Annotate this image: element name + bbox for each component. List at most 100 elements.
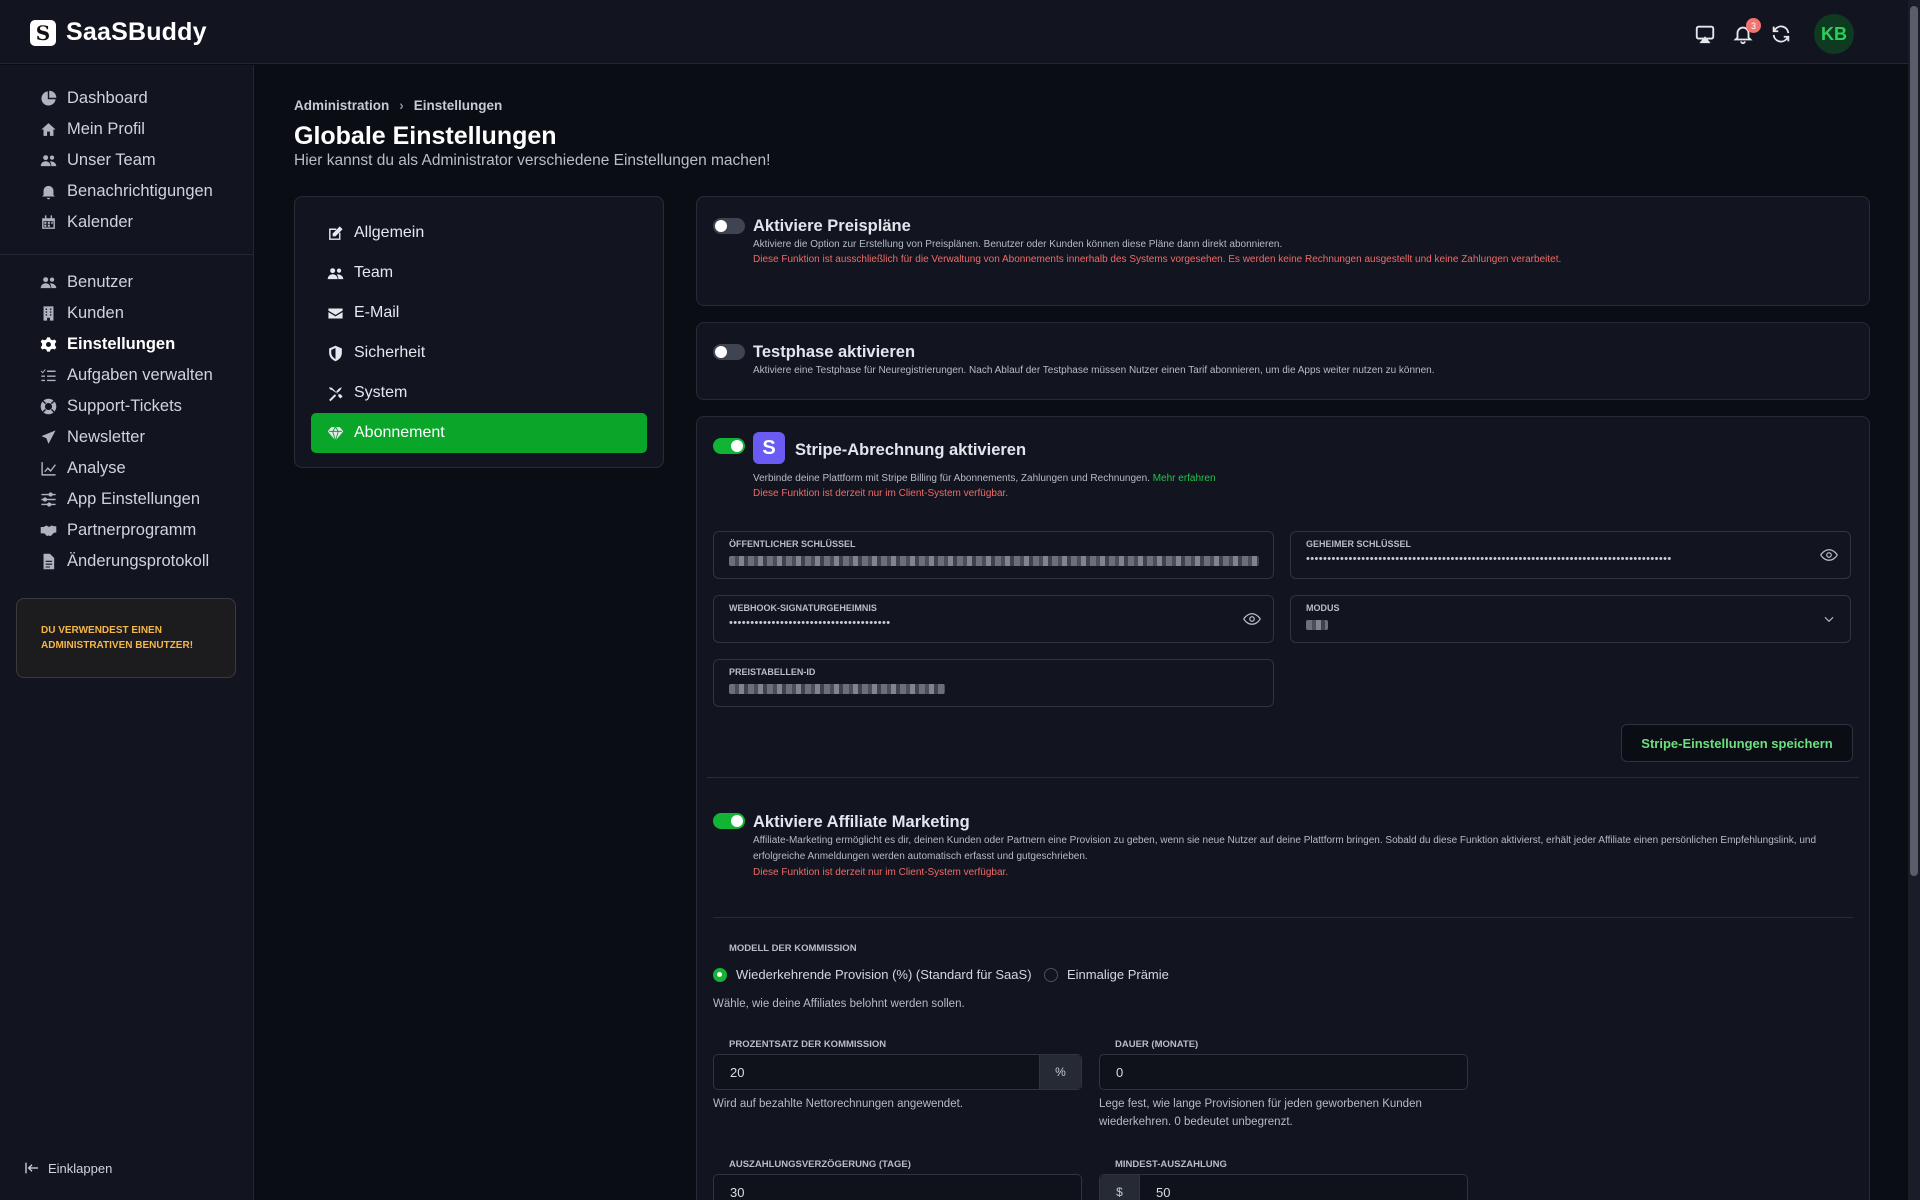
trial-toggle[interactable] [713, 344, 745, 360]
sidebar-item-notifications[interactable]: Benachrichtigungen [0, 176, 253, 207]
users-icon [327, 267, 344, 279]
stripe-pricing-table-field[interactable]: Preistabellen-ID [713, 659, 1274, 707]
top-bar: S SaaSBuddy 3 KB [0, 0, 1908, 64]
currency-addon: $ [1100, 1175, 1140, 1200]
stripe-public-key-field[interactable]: Öffentlicher Schlüssel [713, 531, 1274, 579]
settings-tab-system[interactable]: System [311, 373, 647, 413]
sidebar-item-app-settings[interactable]: App Einstellungen [0, 484, 253, 515]
sidebar-item-users[interactable]: Benutzer [0, 267, 253, 298]
stripe-toggle[interactable] [713, 438, 745, 454]
stripe-webhook-secret-field[interactable]: Webhook-Signaturgeheimnis ••••••••••••••… [713, 595, 1274, 643]
min-payout-input[interactable]: $ 50 [1099, 1174, 1468, 1200]
lifebuoy-icon [40, 398, 57, 415]
duration-input[interactable]: 0 [1099, 1054, 1468, 1090]
masked-pricing-table-id [729, 684, 945, 694]
field-label: Öffentlicher Schlüssel [729, 539, 856, 549]
line-chart-icon [41, 462, 56, 476]
masked-public-key [729, 556, 1259, 566]
breadcrumb-root[interactable]: Administration [294, 98, 389, 113]
list-check-icon [40, 369, 56, 382]
input-value: 20 [730, 1065, 745, 1080]
sidebar-item-profile[interactable]: Mein Profil [0, 114, 253, 145]
radio-onetime[interactable]: Einmalige Prämie [1044, 967, 1169, 982]
tools-icon [329, 386, 343, 401]
brand-logo-icon: S [30, 19, 56, 46]
radio-unselected-icon [1044, 967, 1058, 982]
sidebar-item-calendar[interactable]: Kalender [0, 207, 253, 238]
sidebar-item-partner[interactable]: Partnerprogramm [0, 515, 253, 546]
sidebar-item-customers[interactable]: Kunden [0, 298, 253, 329]
eye-icon[interactable] [1820, 546, 1838, 564]
stripe-title: Stripe-Abrechnung aktivieren [795, 441, 1027, 459]
diamond-icon [327, 425, 344, 442]
breadcrumb-separator-icon: › [399, 98, 404, 113]
stripe-mode-select[interactable]: Modus [1290, 595, 1851, 643]
affiliate-description: Affiliate-Marketing ermöglicht es dir, d… [753, 835, 1817, 862]
commission-percent-input[interactable]: 20 % [713, 1054, 1082, 1090]
sidebar-item-label: Analyse [67, 459, 126, 477]
sidebar-item-changelog[interactable]: Änderungsprotokoll [0, 546, 253, 577]
settings-tab-team[interactable]: Team [311, 253, 647, 293]
breadcrumb-current: Einstellungen [413, 98, 503, 113]
trial-title: Testphase aktivieren [753, 343, 916, 361]
sidebar-item-settings[interactable]: Einstellungen [0, 329, 253, 360]
stripe-learn-more-link[interactable]: Mehr erfahren [1153, 473, 1216, 484]
sidebar-item-support[interactable]: Support-Tickets [0, 391, 253, 422]
collapse-icon [25, 1162, 38, 1174]
affiliate-toggle[interactable] [713, 813, 745, 829]
sidebar-item-label: Benutzer [67, 273, 134, 291]
radio-recurring[interactable]: Wiederkehrende Provision (%) (Standard f… [713, 967, 1032, 982]
sidebar-item-newsletter[interactable]: Newsletter [0, 422, 253, 453]
input-value: 30 [730, 1185, 745, 1200]
sidebar: Dashboard Mein Profil Unser Team Benachr… [0, 65, 254, 1200]
sidebar-group-personal: Dashboard Mein Profil Unser Team Benachr… [0, 65, 253, 238]
page-scrollbar[interactable] [1908, 0, 1920, 1200]
eye-icon[interactable] [1243, 610, 1261, 628]
sidebar-item-dashboard[interactable]: Dashboard [0, 83, 253, 114]
settings-tab-security[interactable]: Sicherheit [311, 333, 647, 373]
settings-tab-email[interactable]: E-Mail [311, 293, 647, 333]
envelope-icon [328, 308, 343, 318]
settings-tab-label: Team [354, 264, 394, 281]
sidebar-divider [0, 254, 253, 255]
sidebar-item-label: Partnerprogramm [67, 521, 197, 539]
home-icon [41, 123, 56, 136]
save-stripe-settings-button[interactable]: Stripe-Einstellungen speichern [1621, 724, 1853, 762]
sidebar-item-label: Änderungsprotokoll [67, 552, 210, 570]
collapse-label: Einklappen [48, 1160, 113, 1176]
field-label: Preistabellen-ID [729, 667, 816, 677]
sidebar-item-tasks[interactable]: Aufgaben verwalten [0, 360, 253, 391]
sidebar-item-label: Kunden [67, 304, 124, 322]
refresh-icon[interactable] [1768, 21, 1794, 47]
stripe-secret-key-field[interactable]: Geheimer Schlüssel •••••••••••••••••••••… [1290, 531, 1851, 579]
settings-tab-subscription[interactable]: Abonnement [311, 413, 647, 453]
input-value: 50 [1156, 1185, 1171, 1200]
settings-tab-general[interactable]: Allgemein [311, 213, 647, 253]
notifications-button[interactable]: 3 [1730, 18, 1761, 47]
sidebar-item-team[interactable]: Unser Team [0, 145, 253, 176]
settings-tab-label: Sicherheit [354, 344, 426, 361]
breadcrumb: Administration › Einstellungen [294, 98, 502, 113]
sidebar-item-analytics[interactable]: Analyse [0, 453, 253, 484]
stripe-warning: Diese Funktion ist derzeit nur im Client… [753, 488, 1009, 499]
sidebar-item-label: Benachrichtigungen [67, 182, 213, 200]
commission-percent-label: Prozentsatz der Kommission [729, 1039, 887, 1050]
collapse-sidebar-button[interactable]: Einklappen [24, 1160, 112, 1176]
payout-delay-input[interactable]: 30 [713, 1174, 1082, 1200]
pricing-plans-description: Aktiviere die Option zur Erstellung von … [753, 239, 1283, 250]
section-divider [713, 917, 1853, 918]
user-avatar[interactable]: KB [1814, 14, 1854, 54]
pricing-plans-warning: Diese Funktion ist ausschließlich für di… [753, 254, 1562, 265]
duration-hint: Lege fest, wie lange Provisionen für jed… [1099, 1098, 1422, 1128]
percent-addon: % [1039, 1055, 1081, 1089]
scrollbar-thumb[interactable] [1910, 6, 1918, 876]
settings-tab-label: System [354, 384, 408, 401]
radio-label: Wiederkehrende Provision (%) (Standard f… [736, 967, 1032, 982]
handshake-icon [40, 525, 57, 537]
top-actions: 3 KB [1692, 14, 1854, 54]
pricing-plans-toggle[interactable] [713, 218, 745, 234]
gear-icon [40, 337, 57, 352]
cast-icon[interactable] [1692, 21, 1718, 47]
trial-card: Testphase aktivieren Aktiviere eine Test… [696, 322, 1870, 400]
brand[interactable]: S SaaSBuddy [30, 18, 207, 47]
